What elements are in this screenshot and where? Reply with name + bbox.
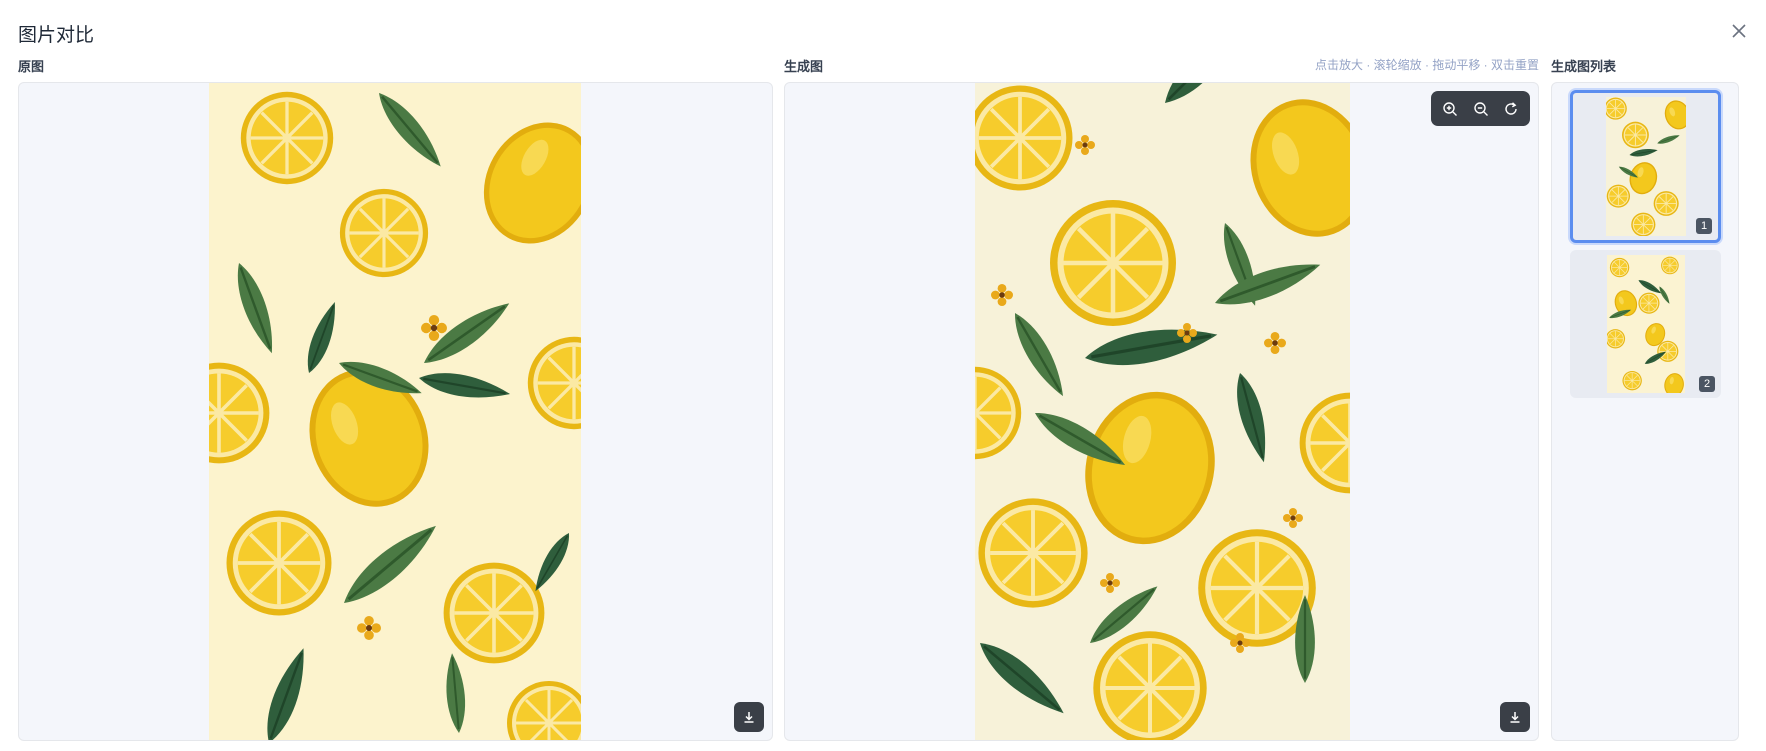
- original-download-button[interactable]: [734, 702, 764, 732]
- zoom-out-icon: [1473, 101, 1488, 116]
- image-compare-dialog: 图片对比 原图 生成图 点击放大 · 滚轮缩放 · 拖动平移 · 双击重置 生成…: [0, 0, 1766, 751]
- original-panel[interactable]: [18, 82, 773, 741]
- thumb-image: [1605, 97, 1686, 236]
- download-icon: [744, 712, 754, 723]
- reset-button[interactable]: [1500, 98, 1522, 120]
- thumb-image: [1606, 255, 1685, 393]
- reset-icon: [1505, 101, 1517, 115]
- zoom-in-button[interactable]: [1439, 98, 1461, 120]
- zoom-toolbar: [1431, 91, 1530, 126]
- thumb-index-badge: 2: [1699, 376, 1715, 392]
- generated-download-button[interactable]: [1500, 702, 1530, 732]
- generated-label: 生成图: [784, 59, 824, 74]
- interaction-hint: 点击放大 · 滚轮缩放 · 拖动平移 · 双击重置: [1315, 58, 1539, 72]
- original-image[interactable]: [209, 83, 581, 740]
- download-icon: [1510, 712, 1520, 723]
- original-label: 原图: [18, 59, 45, 74]
- generated-thumb-2[interactable]: 2: [1570, 250, 1721, 398]
- dialog-title: 图片对比: [18, 25, 95, 46]
- generated-list-label: 生成图列表: [1551, 59, 1617, 74]
- generated-thumb-1[interactable]: 1: [1570, 90, 1721, 243]
- generated-panel[interactable]: [784, 82, 1539, 741]
- close-button[interactable]: [1728, 20, 1750, 42]
- generated-image[interactable]: [975, 83, 1350, 740]
- thumb-index-badge: 1: [1696, 218, 1712, 234]
- zoom-in-icon: [1443, 101, 1458, 116]
- zoom-out-button[interactable]: [1470, 98, 1492, 120]
- close-icon: [1732, 24, 1746, 38]
